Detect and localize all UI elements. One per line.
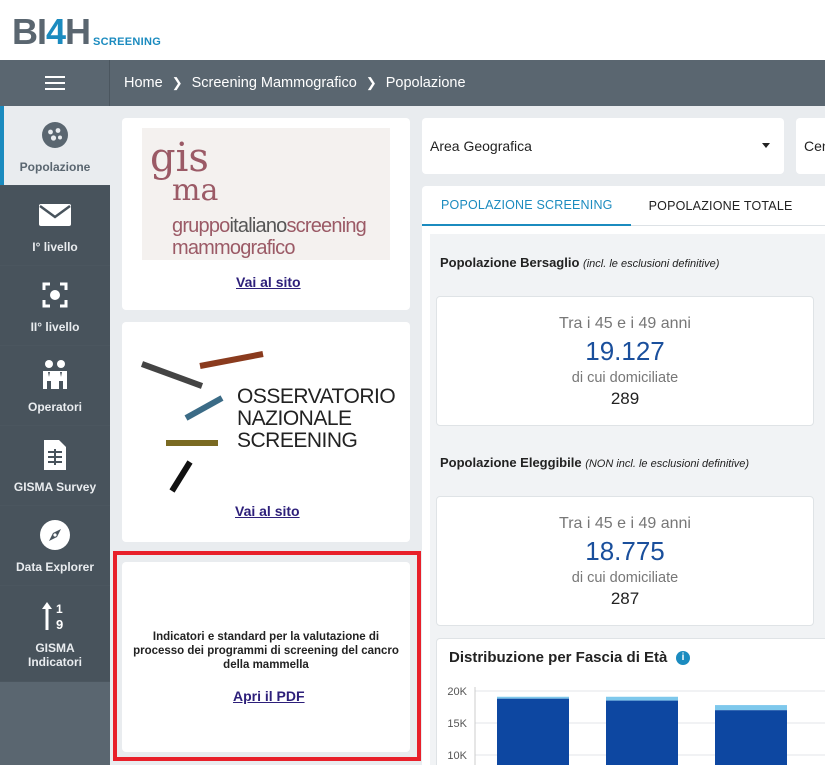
tab-popolazione-screening[interactable]: POPOLAZIONE SCREENING [422, 186, 631, 226]
top-bar: BI4H SCREENING [0, 0, 825, 60]
gisma-logo-word: screening [286, 215, 366, 237]
sidebar-item-operatori[interactable]: Operatori [0, 346, 110, 426]
gisma-site-link[interactable]: Vai al sito [236, 274, 301, 290]
gisma-logo-word: italiano [229, 215, 287, 237]
stat-sub-label: di cui domiciliate [571, 570, 679, 586]
logo-text-b: 4 [46, 11, 66, 52]
eleggibile-note: (NON incl. le esclusioni definitive) [585, 458, 750, 470]
sidebar-item-label: Data Explorer [15, 559, 95, 574]
bersaglio-title-text: Popolazione Bersaglio [440, 255, 580, 270]
sidebar-item-label: Operatori [27, 399, 82, 414]
eleggibile-title-text: Popolazione Eleggibile [440, 455, 582, 470]
envelope-icon [38, 198, 72, 232]
ons-logo-line: OSSERVATORIO [237, 385, 396, 408]
gisma-card: gis ma gruppoitalianoscreening mammograf… [122, 118, 410, 310]
logo-text-c: H [65, 11, 91, 52]
ons-logo-text: OSSERVATORIO NAZIONALE SCREENING [237, 385, 396, 452]
age-range: Tra i 45 e i 49 anni [559, 515, 691, 532]
gisma-logo-text: ma [172, 173, 219, 208]
breadcrumb-current: Popolazione [385, 75, 466, 91]
gisma-logo-word: gruppo [172, 215, 230, 237]
highlight-frame [113, 551, 421, 761]
sort-numeric-icon: 19 [38, 599, 72, 633]
eleggibile-stat-card: Tra i 45 e i 49 anni 18.775 di cui domic… [436, 496, 814, 626]
compass-icon [38, 518, 72, 552]
breadcrumb-bar: Home ❯ Screening Mammografico ❯ Popolazi… [0, 60, 825, 106]
sidebar-item-gisma-indicatori[interactable]: 19 GISMA Indicatori [0, 586, 110, 682]
hamburger-icon [44, 76, 65, 90]
secondary-filter-label: Cen [804, 138, 825, 154]
gisma-logo-text: gruppoitalianoscreening [172, 215, 367, 237]
svg-text:1: 1 [56, 602, 63, 616]
bar-secondary[interactable] [715, 705, 787, 711]
caret-down-icon [762, 143, 770, 148]
chevron-right-icon: ❯ [365, 75, 377, 90]
document-icon [38, 438, 72, 472]
stat-value: 18.775 [585, 536, 665, 566]
ons-logo-line: SCREENING [237, 429, 358, 452]
sidebar-item-gisma-survey[interactable]: GISMA Survey [0, 426, 110, 506]
ons-logo-line: NAZIONALE [237, 407, 352, 430]
menu-toggle-button[interactable] [0, 60, 110, 106]
info-icon[interactable]: i [676, 651, 690, 665]
stat-sub-value: 289 [610, 389, 640, 408]
age-distribution-card: Distribuzione per Fascia di Età i 20K 15K… [436, 638, 825, 765]
y-tick-label: 10K [447, 750, 467, 762]
population-icon [38, 118, 72, 152]
sidebar-item-label: II° livello [30, 319, 80, 334]
svg-text:9: 9 [56, 617, 63, 632]
secondary-filter-select[interactable]: Cen [796, 118, 825, 174]
operators-icon [38, 358, 72, 392]
chevron-right-icon: ❯ [171, 75, 183, 90]
y-tick-label: 20K [447, 686, 467, 698]
chart-title: Distribuzione per Fascia di Età [449, 649, 668, 666]
tab-bar: POPOLAZIONE SCREENING POPOLAZIONE TOTALE [422, 186, 825, 226]
area-geografica-select[interactable]: Area Geografica [422, 118, 784, 174]
eleggibile-title: Popolazione Eleggibile (NON incl. le esc… [440, 455, 749, 470]
tab-popolazione-totale[interactable]: POPOLAZIONE TOTALE [631, 186, 811, 226]
stat-sub-value: 287 [610, 589, 640, 608]
bersaglio-note: (incl. le esclusioni definitive) [583, 258, 720, 270]
sidebar: Popolazione I° livello II° livello Opera… [0, 106, 110, 765]
age-distribution-chart: 20K 15K 10K [447, 686, 825, 765]
bar-primary[interactable] [497, 698, 569, 765]
bar-secondary[interactable] [606, 696, 678, 701]
bar-primary[interactable] [606, 700, 678, 765]
gisma-logo-text: mammografico [172, 237, 295, 259]
logo-subtitle: SCREENING [93, 36, 162, 48]
sidebar-item-secondo-livello[interactable]: II° livello [0, 266, 110, 346]
age-range: Tra i 45 e i 49 anni [559, 315, 691, 332]
bar-primary[interactable] [715, 710, 787, 765]
bi4h-logo[interactable]: BI4H SCREENING [12, 14, 161, 50]
focus-icon [38, 278, 72, 312]
breadcrumb-home[interactable]: Home [124, 75, 163, 91]
sidebar-item-primo-livello[interactable]: I° livello [0, 186, 110, 266]
sidebar-item-label: Popolazione [19, 159, 91, 174]
bar-secondary[interactable] [497, 696, 569, 699]
breadcrumb-screening[interactable]: Screening Mammografico [192, 75, 357, 91]
sidebar-item-label: I° livello [32, 239, 78, 254]
sidebar-item-label: GISMA Survey [13, 479, 97, 494]
y-tick-label: 15K [447, 718, 467, 730]
area-geografica-label: Area Geografica [430, 138, 532, 154]
sidebar-item-label: GISMA Indicatori [27, 640, 82, 669]
gisma-logo-text: gis [150, 135, 209, 181]
bersaglio-title: Popolazione Bersaglio (incl. le esclusio… [440, 255, 719, 270]
bersaglio-stat-card: Tra i 45 e i 49 anni 19.127 di cui domic… [436, 296, 814, 426]
sidebar-item-data-explorer[interactable]: Data Explorer [0, 506, 110, 586]
ons-card: OSSERVATORIO NAZIONALE SCREENING Vai al … [122, 322, 410, 542]
ons-site-link[interactable]: Vai al sito [235, 503, 300, 519]
sidebar-item-popolazione[interactable]: Popolazione [0, 106, 110, 186]
gisma-logo: gis ma gruppoitalianoscreening mammograf… [142, 128, 390, 260]
stat-value: 19.127 [585, 336, 665, 366]
breadcrumb: Home ❯ Screening Mammografico ❯ Popolazi… [124, 60, 466, 106]
logo-text-a: BI [12, 11, 47, 52]
stat-sub-label: di cui domiciliate [571, 370, 679, 386]
